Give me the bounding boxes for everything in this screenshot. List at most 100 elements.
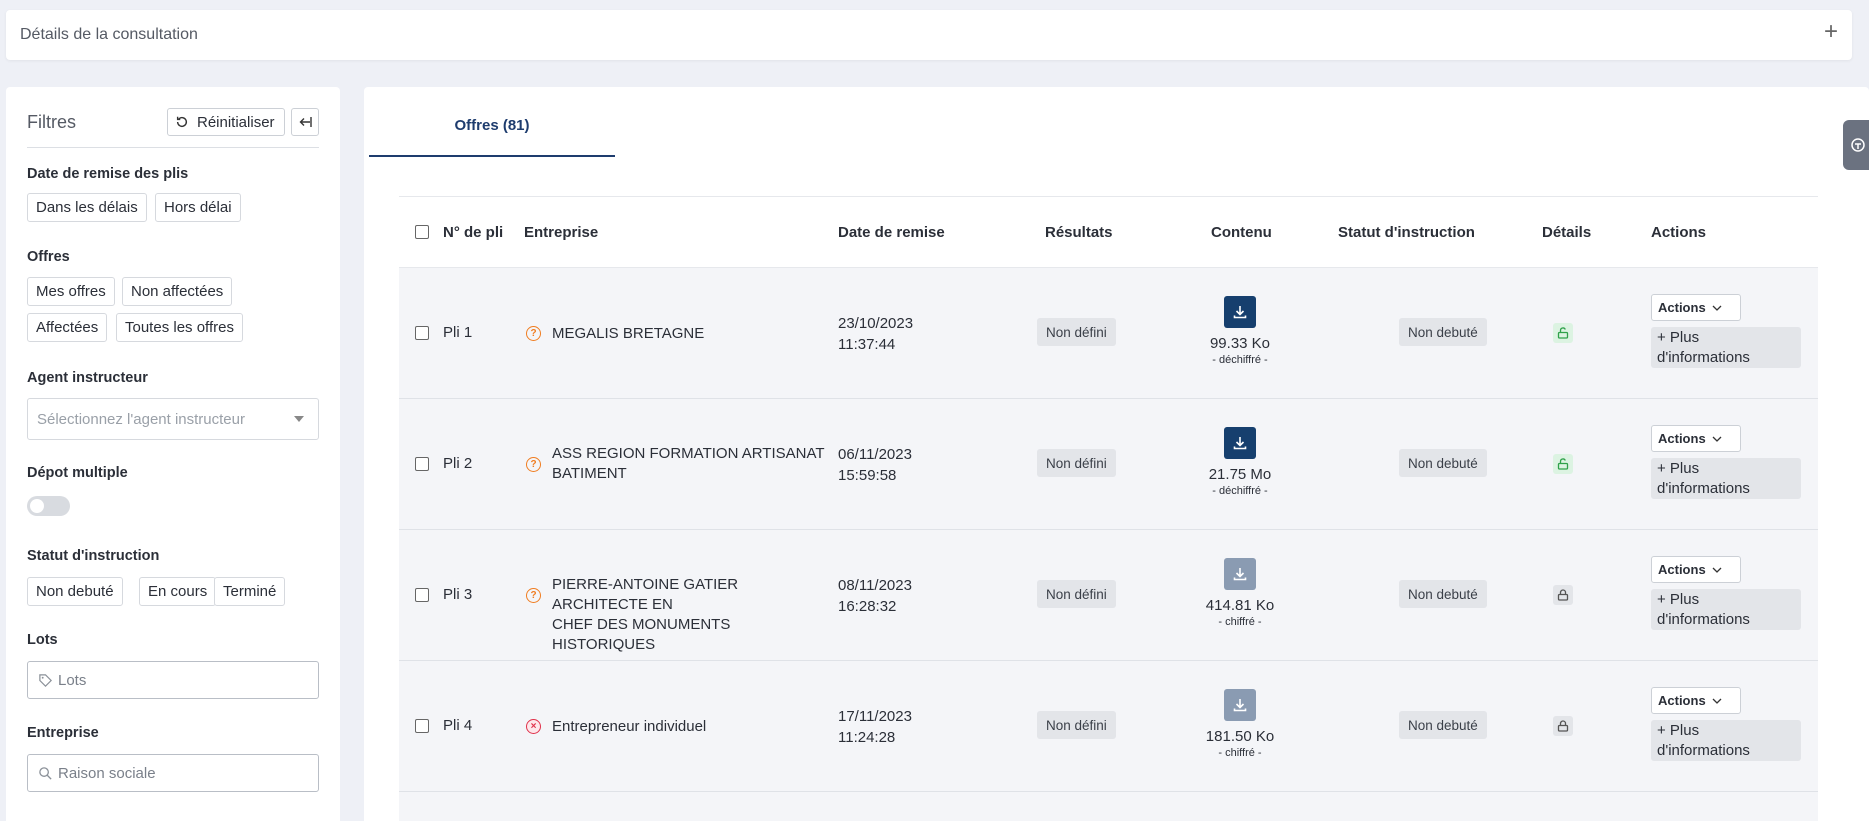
submission-date: 17/11/2023 11:24:28 (838, 708, 912, 746)
filter-hors-delai[interactable]: Hors délai (155, 193, 241, 222)
reset-filters-button[interactable]: Réinitialiser (167, 108, 285, 136)
chevron-down-icon (294, 416, 304, 422)
more-info-button[interactable]: + Plus d'informations (1651, 589, 1801, 630)
offers-panel: Offres (81) N° de pli Entreprise Date de… (364, 87, 1869, 821)
consultation-details-title: Détails de la consultation (20, 26, 198, 43)
tab-offres[interactable]: Offres (81) (369, 87, 615, 157)
instruction-status-badge: Non debuté (1399, 449, 1487, 477)
result-badge: Non défini (1037, 449, 1116, 477)
table-header: N° de pli Entreprise Date de remise Résu… (399, 196, 1818, 268)
instruction-status-badge: Non debuté (1399, 318, 1487, 346)
depot-multiple-toggle[interactable] (27, 496, 70, 516)
file-size: 21.75 Mo (1208, 466, 1272, 483)
lots-label: Lots (27, 632, 58, 648)
lots-input[interactable]: Lots (27, 661, 319, 699)
instruction-status-badge: Non debuté (1399, 580, 1487, 608)
filter-mes-offres[interactable]: Mes offres (27, 277, 115, 306)
agent-instructeur-label: Agent instructeur (27, 370, 148, 386)
pli-number: Pli 2 (443, 455, 473, 472)
collapse-arrow-icon (299, 117, 312, 127)
encryption-status: - chiffré - (1218, 747, 1262, 759)
date-remise-label: Date de remise des plis (27, 166, 189, 182)
search-icon (39, 767, 52, 780)
unlocked-lock-icon[interactable] (1553, 454, 1573, 474)
company-name: ASS REGION FORMATION ARTISANAT BATIMENT (552, 445, 825, 482)
download-button[interactable] (1224, 427, 1256, 459)
company-name: Entrepreneur individuel (552, 718, 707, 735)
actions-dropdown-button[interactable]: Actions (1651, 425, 1741, 452)
tag-icon (39, 674, 52, 687)
filter-dans-les-delais[interactable]: Dans les délais (27, 193, 147, 222)
accessibility-icon (1851, 138, 1865, 152)
filter-affectees[interactable]: Affectées (27, 313, 108, 342)
filter-toutes-les-offres[interactable]: Toutes les offres (116, 313, 243, 342)
filters-panel: Filtres Réinitialiser Date de remise des… (6, 87, 340, 821)
submission-date: 08/11/2023 16:28:32 (838, 577, 912, 615)
download-button[interactable] (1224, 689, 1256, 721)
question-icon: ? (526, 457, 541, 472)
filters-divider (27, 147, 319, 148)
file-size: 99.33 Ko (1209, 335, 1271, 352)
agent-instructeur-placeholder: Sélectionnez l'agent instructeur (37, 410, 245, 428)
consultation-details-bar[interactable]: Détails de la consultation + (6, 10, 1852, 60)
question-icon: ? (526, 588, 541, 603)
actions-dropdown-button[interactable]: Actions (1651, 294, 1741, 321)
download-icon (1233, 699, 1247, 712)
actions-dropdown-button[interactable]: Actions (1651, 556, 1741, 583)
collapse-panel-button[interactable] (291, 108, 319, 136)
encryption-status: - déchiffré - (1212, 485, 1268, 497)
download-button[interactable] (1224, 558, 1256, 590)
chevron-down-icon (1712, 305, 1722, 311)
select-all-checkbox[interactable] (415, 225, 429, 239)
row-checkbox[interactable] (415, 719, 429, 733)
table-row: Pli 3 ? PIERRE-ANTOINE GATIER ARCHITECTE… (399, 530, 1818, 661)
header-num-pli: N° de pli (443, 224, 504, 241)
encryption-status: - chiffré - (1218, 616, 1262, 628)
header-date: Date de remise (838, 224, 945, 241)
row-checkbox[interactable] (415, 457, 429, 471)
pli-number: Pli 4 (443, 717, 473, 734)
lots-placeholder: Lots (58, 671, 87, 689)
row-checkbox[interactable] (415, 588, 429, 602)
filter-en-cours[interactable]: En cours (139, 577, 217, 606)
pli-number: Pli 3 (443, 586, 473, 603)
expand-plus-icon[interactable]: + (1824, 20, 1838, 44)
filter-non-debute[interactable]: Non debuté (27, 577, 123, 606)
error-x-icon: × (526, 719, 541, 734)
reset-icon (176, 116, 188, 128)
unlocked-lock-icon[interactable] (1553, 323, 1573, 343)
download-icon (1233, 306, 1247, 319)
more-info-button[interactable]: + Plus d'informations (1651, 327, 1801, 368)
table-row: Pli 4 × Entrepreneur individuel 17/11/20… (399, 661, 1818, 792)
more-info-button[interactable]: + Plus d'informations (1651, 720, 1801, 761)
depot-multiple-label: Dépot multiple (27, 465, 128, 481)
file-size: 414.81 Ko (1205, 597, 1275, 614)
chevron-down-icon (1712, 698, 1722, 704)
table-row (399, 792, 1818, 821)
agent-instructeur-select[interactable]: Sélectionnez l'agent instructeur (27, 398, 319, 440)
header-details: Détails (1542, 224, 1592, 241)
download-icon (1233, 568, 1247, 581)
header-resultats: Résultats (1045, 224, 1113, 241)
table-row: Pli 2 ? ASS REGION FORMATION ARTISANAT BA… (399, 399, 1818, 530)
chevron-down-icon (1712, 567, 1722, 573)
header-statut: Statut d'instruction (1338, 224, 1475, 241)
actions-dropdown-button[interactable]: Actions (1651, 687, 1741, 714)
side-widget-handle[interactable] (1843, 120, 1869, 170)
row-checkbox[interactable] (415, 326, 429, 340)
raison-sociale-input[interactable]: Raison sociale (27, 754, 319, 792)
entreprise-label: Entreprise (27, 725, 99, 741)
toggle-knob (30, 499, 44, 513)
filter-non-affectees[interactable]: Non affectées (122, 277, 233, 306)
company-name: PIERRE-ANTOINE GATIER ARCHITECTE EN CHEF … (552, 576, 739, 653)
offers-table: N° de pli Entreprise Date de remise Résu… (399, 196, 1818, 821)
locked-lock-icon[interactable] (1553, 716, 1573, 736)
filter-termine[interactable]: Terminé (214, 577, 286, 606)
header-contenu: Contenu (1211, 224, 1272, 241)
more-info-button[interactable]: + Plus d'informations (1651, 458, 1801, 499)
download-button[interactable] (1224, 296, 1256, 328)
company-name: MEGALIS BRETAGNE (552, 325, 705, 342)
table-row: Pli 1 ? MEGALIS BRETAGNE 23/10/2023 11:37… (399, 268, 1818, 399)
locked-lock-icon[interactable] (1553, 585, 1573, 605)
submission-date: 23/10/2023 11:37:44 (838, 315, 914, 353)
